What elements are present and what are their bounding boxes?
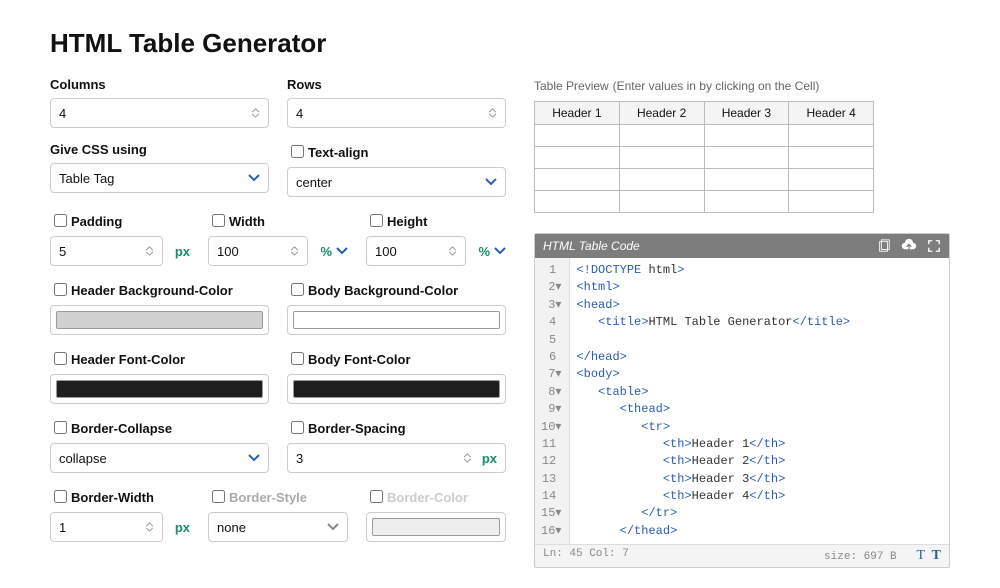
preview-header-cell[interactable]: Header 2 <box>619 102 704 125</box>
columns-input[interactable]: 4 <box>50 98 269 128</box>
chevron-down-icon <box>485 178 497 186</box>
width-input[interactable]: 100 <box>208 236 308 266</box>
border-collapse-select[interactable]: collapse <box>50 443 269 473</box>
chevron-down-icon <box>248 174 260 182</box>
padding-label: Padding <box>71 214 122 229</box>
body-font-checkbox[interactable] <box>291 352 304 365</box>
code-content[interactable]: <!DOCTYPE html> <html> <head> <title>HTM… <box>570 258 949 544</box>
preview-header-cell[interactable]: Header 1 <box>535 102 620 125</box>
chevron-down-icon <box>327 523 339 531</box>
width-unit-select[interactable]: % <box>314 244 348 259</box>
padding-unit: px <box>175 244 190 259</box>
border-spacing-input[interactable]: 3 px <box>287 443 506 473</box>
header-bg-color[interactable] <box>50 305 269 335</box>
preview-title: Table Preview <box>534 79 609 93</box>
css-using-select[interactable]: Table Tag <box>50 163 269 193</box>
header-font-label: Header Font-Color <box>71 352 185 367</box>
text-align-select[interactable]: center <box>287 167 506 197</box>
border-collapse-label: Border-Collapse <box>71 421 172 436</box>
copy-icon[interactable] <box>877 239 891 253</box>
padding-checkbox[interactable] <box>54 214 67 227</box>
preview-cell[interactable] <box>619 147 704 169</box>
width-checkbox[interactable] <box>212 214 225 227</box>
preview-cell[interactable] <box>704 125 789 147</box>
text-align-checkbox[interactable] <box>291 145 304 158</box>
form-panel: Columns 4 Rows 4 <box>50 77 506 568</box>
header-bg-label: Header Background-Color <box>71 283 233 298</box>
preview-cell[interactable] <box>535 125 620 147</box>
stepper-icon[interactable] <box>290 246 299 256</box>
expand-icon[interactable] <box>927 239 941 253</box>
body-font-label: Body Font-Color <box>308 352 411 367</box>
border-width-input[interactable]: 1 <box>50 512 163 542</box>
border-spacing-unit: px <box>482 451 497 466</box>
body-font-color[interactable] <box>287 374 506 404</box>
body-bg-color[interactable] <box>287 305 506 335</box>
preview-cell[interactable] <box>619 169 704 191</box>
rows-input[interactable]: 4 <box>287 98 506 128</box>
preview-table[interactable]: Header 1 Header 2 Header 3 Header 4 <box>534 101 874 213</box>
text-align-label: Text-align <box>308 145 368 160</box>
padding-input[interactable]: 5 <box>50 236 163 266</box>
border-width-unit: px <box>175 520 190 535</box>
cursor-position: Ln: 45 Col: 7 <box>543 548 629 564</box>
preview-cell[interactable] <box>619 191 704 213</box>
stepper-icon[interactable] <box>145 246 154 256</box>
stepper-icon[interactable] <box>145 522 154 532</box>
header-font-checkbox[interactable] <box>54 352 67 365</box>
stepper-icon[interactable] <box>488 108 497 118</box>
border-width-label: Border-Width <box>71 490 154 505</box>
code-gutter: 1 2▾ 3▾ 4 5 6 7▾ 8▾ 9▾ 10▾ 11 12 13 14 1… <box>535 258 570 544</box>
preview-cell[interactable] <box>789 125 874 147</box>
preview-cell[interactable] <box>704 147 789 169</box>
preview-cell[interactable] <box>535 147 620 169</box>
preview-cell[interactable] <box>789 169 874 191</box>
preview-header-cell[interactable]: Header 4 <box>789 102 874 125</box>
border-style-checkbox[interactable] <box>212 490 225 503</box>
chevron-down-icon <box>494 247 506 255</box>
preview-cell[interactable] <box>704 169 789 191</box>
preview-cell[interactable] <box>535 191 620 213</box>
border-collapse-checkbox[interactable] <box>54 421 67 434</box>
border-style-select[interactable]: none <box>208 512 348 542</box>
preview-cell[interactable] <box>704 191 789 213</box>
code-panel: HTML Table Code 1 2▾ 3▾ 4 5 6 7▾ 8▾ 9▾ 1… <box>534 233 950 568</box>
text-mode-icon[interactable]: T <box>916 548 925 563</box>
border-spacing-label: Border-Spacing <box>308 421 406 436</box>
stepper-icon[interactable] <box>251 108 260 118</box>
preview-cell[interactable] <box>535 169 620 191</box>
border-color-swatch[interactable] <box>366 512 506 542</box>
code-title: HTML Table Code <box>543 239 640 253</box>
css-using-label: Give CSS using <box>50 142 269 157</box>
height-checkbox[interactable] <box>370 214 383 227</box>
preview-cell[interactable] <box>789 191 874 213</box>
text-mode-bold-icon[interactable]: T <box>932 548 941 563</box>
header-bg-checkbox[interactable] <box>54 283 67 296</box>
border-color-checkbox[interactable] <box>370 490 383 503</box>
file-size: size: 697 B <box>824 551 897 563</box>
preview-hint: (Enter values in by clicking on the Cell… <box>613 79 820 93</box>
body-bg-checkbox[interactable] <box>291 283 304 296</box>
rows-label: Rows <box>287 77 506 92</box>
body-bg-label: Body Background-Color <box>308 283 458 298</box>
border-width-checkbox[interactable] <box>54 490 67 503</box>
chevron-down-icon <box>336 247 348 255</box>
header-font-color[interactable] <box>50 374 269 404</box>
height-unit-select[interactable]: % <box>472 244 506 259</box>
preview-header-cell[interactable]: Header 3 <box>704 102 789 125</box>
chevron-down-icon <box>248 454 260 462</box>
border-style-label: Border-Style <box>229 490 307 505</box>
cloud-upload-icon[interactable] <box>901 239 917 253</box>
width-label: Width <box>229 214 265 229</box>
page-title: HTML Table Generator <box>50 28 950 59</box>
height-label: Height <box>387 214 427 229</box>
height-input[interactable]: 100 <box>366 236 466 266</box>
stepper-icon[interactable] <box>463 453 472 463</box>
preview-cell[interactable] <box>619 125 704 147</box>
columns-label: Columns <box>50 77 269 92</box>
stepper-icon[interactable] <box>448 246 457 256</box>
border-spacing-checkbox[interactable] <box>291 421 304 434</box>
preview-cell[interactable] <box>789 147 874 169</box>
border-color-label: Border-Color <box>387 490 468 505</box>
